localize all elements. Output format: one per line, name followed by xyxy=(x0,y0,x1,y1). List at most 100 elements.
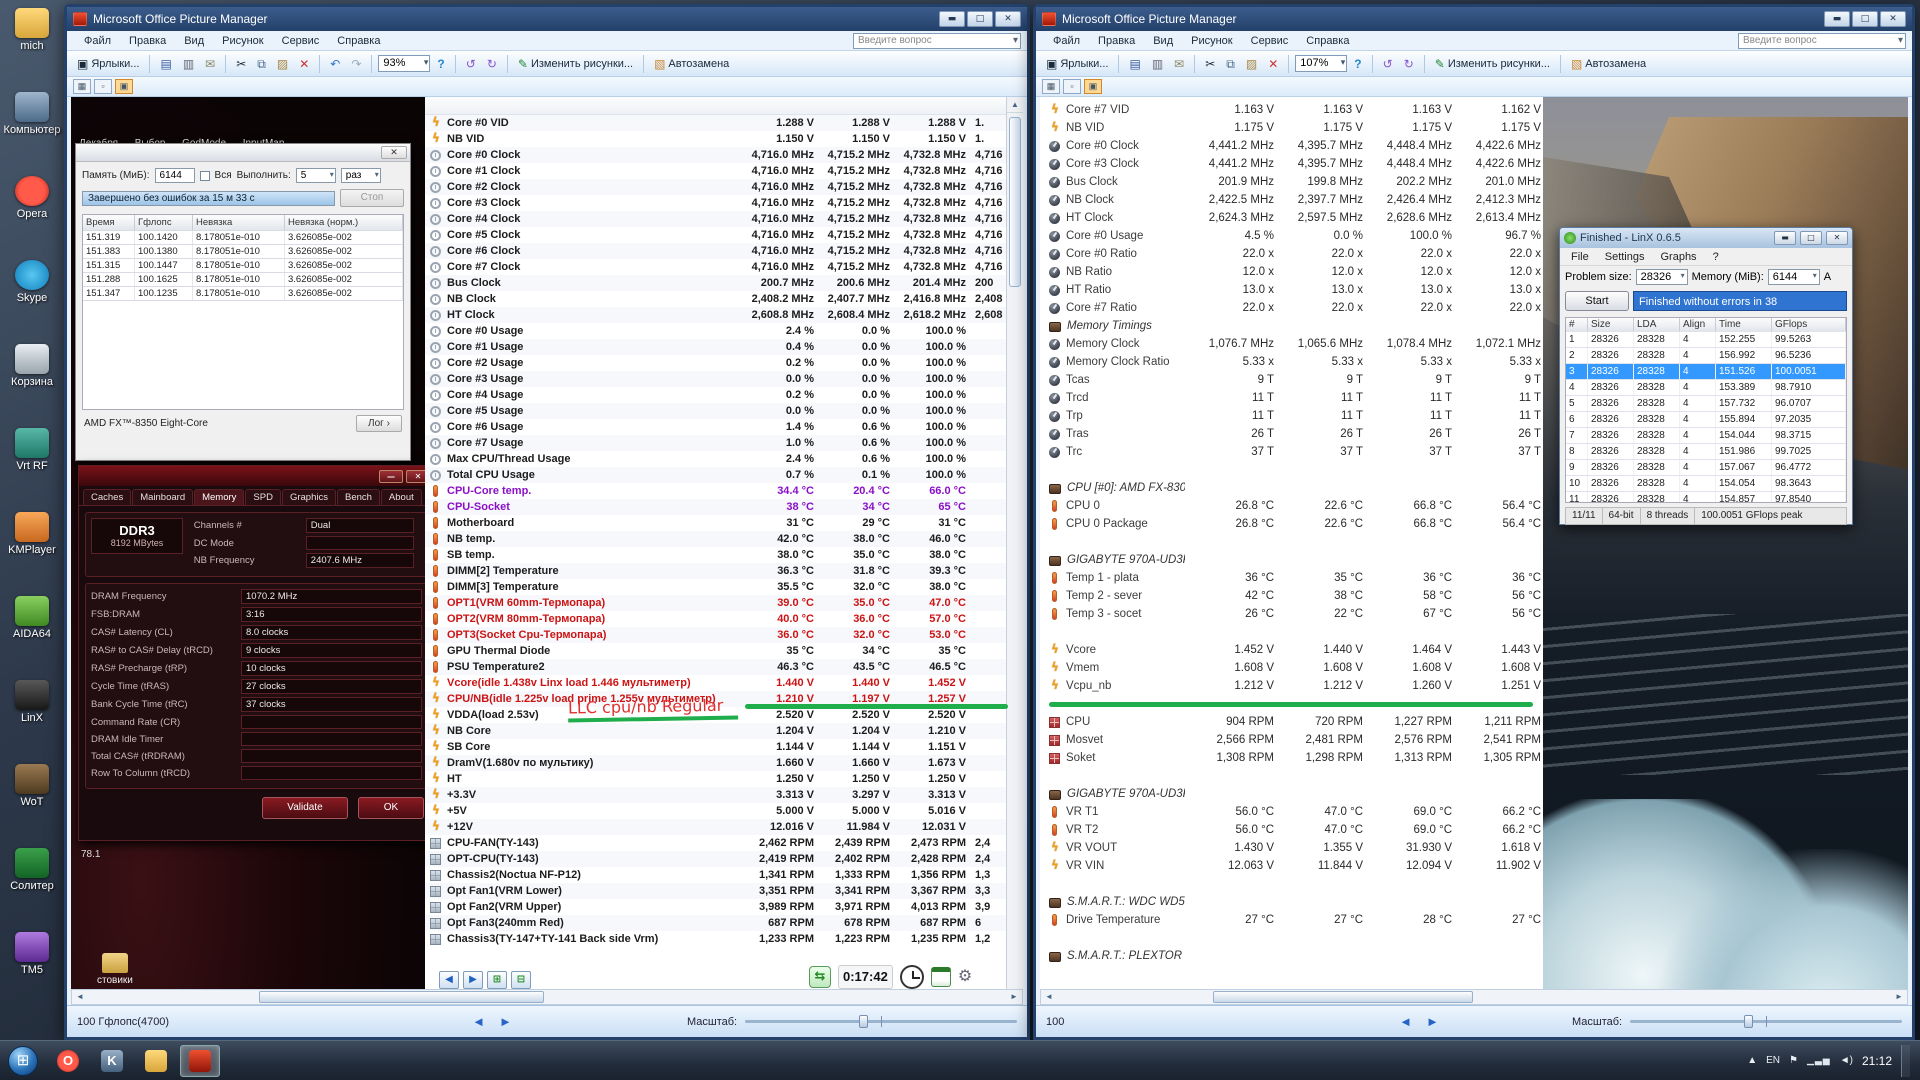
linx-result-row[interactable]: 4 28326 28328 4 153.389 98.7910 xyxy=(1566,380,1846,396)
menu-item[interactable]: Правка xyxy=(1089,33,1144,49)
rotate-left-button[interactable]: ↺ xyxy=(1379,56,1397,72)
title-bar[interactable]: Microsoft Office Picture Manager ▬ □ ✕ xyxy=(1036,7,1912,31)
desktop-icon[interactable]: Vrt RF xyxy=(2,428,62,510)
desktop-icon[interactable]: AIDA64 xyxy=(2,596,62,678)
help-button[interactable]: ? xyxy=(1350,56,1365,72)
linx-menu-item[interactable]: Settings xyxy=(1598,250,1652,264)
next-image-button[interactable]: ► xyxy=(1426,1014,1439,1029)
scroll-left-icon[interactable]: ◄ xyxy=(1041,990,1057,1004)
vertical-scrollbar[interactable]: ▲ xyxy=(1006,97,1023,989)
show-desktop-button[interactable] xyxy=(1901,1045,1910,1077)
desktop-icon[interactable]: Opera xyxy=(2,176,62,258)
taskbar-picture-manager-button[interactable] xyxy=(180,1045,220,1077)
single-view-button[interactable]: ▣ xyxy=(1084,79,1102,94)
linx-memory-select[interactable]: 6144 xyxy=(1768,269,1820,285)
menu-item[interactable]: Рисунок xyxy=(213,33,273,49)
scrollbar-thumb[interactable] xyxy=(1009,117,1021,287)
close-button[interactable]: ✕ xyxy=(995,11,1021,27)
taskbar-opera-button[interactable]: O xyxy=(48,1045,88,1077)
undo-button[interactable]: ↶ xyxy=(326,56,344,72)
maximize-button[interactable]: □ xyxy=(1852,11,1878,27)
linx-result-row[interactable]: 6 28326 28328 4 155.894 97.2035 xyxy=(1566,412,1846,428)
delete-button[interactable]: ✕ xyxy=(295,56,313,72)
linx-result-row[interactable]: 5 28326 28328 4 157.732 96.0707 xyxy=(1566,396,1846,412)
maximize-button[interactable]: □ xyxy=(967,11,993,27)
minimize-button[interactable]: ▬ xyxy=(1824,11,1850,27)
mail-button[interactable]: ✉ xyxy=(1170,56,1188,72)
taskbar-explorer-button[interactable] xyxy=(136,1045,176,1077)
minimize-button[interactable]: ▬ xyxy=(939,11,965,27)
close-button[interactable]: ✕ xyxy=(1880,11,1906,27)
scroll-right-icon[interactable]: ► xyxy=(1891,990,1907,1004)
search-input[interactable]: Введите вопрос xyxy=(1738,33,1906,49)
save-button[interactable]: ▤ xyxy=(156,56,175,72)
menu-item[interactable]: Справка xyxy=(1297,33,1358,49)
zoom-slider[interactable] xyxy=(1630,1020,1902,1023)
network-icon[interactable]: ▁▃▅ xyxy=(1807,1055,1831,1066)
autocorrect-button[interactable]: ▧Автозамена xyxy=(1567,56,1650,72)
desktop-icon[interactable]: Корзина xyxy=(2,344,62,426)
desktop-icon[interactable]: KMPlayer xyxy=(2,512,62,594)
print-button[interactable]: ▥ xyxy=(179,56,198,72)
menu-item[interactable]: Правка xyxy=(120,33,175,49)
next-image-button[interactable]: ► xyxy=(499,1014,512,1029)
horizontal-scrollbar[interactable]: ◄ ► xyxy=(71,989,1023,1005)
flag-icon[interactable]: ⚑ xyxy=(1789,1055,1798,1066)
linx-result-row[interactable]: 3 28326 28328 4 151.526 100.0051 xyxy=(1566,364,1846,380)
edit-pictures-button[interactable]: ✎Изменить рисунки... xyxy=(1431,56,1554,72)
menu-item[interactable]: Вид xyxy=(175,33,213,49)
hscrollbar-thumb[interactable] xyxy=(1213,991,1473,1003)
volume-icon[interactable]: ◄) xyxy=(1840,1055,1853,1066)
desktop-icon[interactable]: Skype xyxy=(2,260,62,342)
paste-button[interactable]: ▨ xyxy=(1242,56,1261,72)
copy-button[interactable]: ⧉ xyxy=(1222,56,1239,72)
delete-button[interactable]: ✕ xyxy=(1264,56,1282,72)
autocorrect-button[interactable]: ▧Автозамена xyxy=(650,56,733,72)
desktop-icon[interactable]: LinX xyxy=(2,680,62,762)
title-bar[interactable]: Microsoft Office Picture Manager ▬ □ ✕ xyxy=(67,7,1027,31)
search-input[interactable]: Введите вопрос xyxy=(853,33,1021,49)
linx-result-row[interactable]: 10 28326 28328 4 154.054 98.3643 xyxy=(1566,476,1846,492)
horizontal-scrollbar[interactable]: ◄ ► xyxy=(1040,989,1908,1005)
mail-button[interactable]: ✉ xyxy=(201,56,219,72)
menu-item[interactable]: Сервис xyxy=(1242,33,1298,49)
linx-result-row[interactable]: 8 28326 28328 4 151.986 99.7025 xyxy=(1566,444,1846,460)
linx-maximize-button[interactable]: □ xyxy=(1800,231,1822,245)
linx-result-row[interactable]: 1 28326 28328 4 152.255 99.5263 xyxy=(1566,332,1846,348)
clock[interactable]: 21:12 xyxy=(1862,1054,1892,1068)
zoom-slider-thumb[interactable] xyxy=(859,1015,868,1028)
scroll-left-icon[interactable]: ◄ xyxy=(72,990,88,1004)
desktop-icon[interactable]: mich xyxy=(2,8,62,90)
help-button[interactable]: ? xyxy=(433,56,448,72)
menu-item[interactable]: Сервис xyxy=(273,33,329,49)
print-button[interactable]: ▥ xyxy=(1148,56,1167,72)
thumbnail-view-button[interactable]: ▦ xyxy=(1042,79,1060,94)
filmstrip-view-button[interactable]: ▫ xyxy=(1063,79,1081,94)
taskbar-kmplayer-button[interactable]: K xyxy=(92,1045,132,1077)
menu-item[interactable]: Справка xyxy=(328,33,389,49)
linx-menu-item[interactable]: Graphs xyxy=(1653,250,1703,264)
menu-item[interactable]: Вид xyxy=(1144,33,1182,49)
rotate-left-button[interactable]: ↺ xyxy=(462,56,480,72)
desktop-icon[interactable]: TM5 xyxy=(2,932,62,1014)
copy-button[interactable]: ⧉ xyxy=(253,56,270,72)
menu-item[interactable]: Рисунок xyxy=(1182,33,1242,49)
cut-button[interactable]: ✂ xyxy=(232,56,250,72)
rotate-right-button[interactable]: ↻ xyxy=(1400,56,1418,72)
linx-result-row[interactable]: 2 28326 28328 4 156.992 96.5236 xyxy=(1566,348,1846,364)
menu-item[interactable]: Файл xyxy=(1044,33,1089,49)
paste-button[interactable]: ▨ xyxy=(273,56,292,72)
single-view-button[interactable]: ▣ xyxy=(115,79,133,94)
previous-image-button[interactable]: ◄ xyxy=(472,1014,485,1029)
hscrollbar-thumb[interactable] xyxy=(259,991,544,1003)
tray-expand-icon[interactable]: ▲ xyxy=(1747,1055,1757,1066)
desktop-icon[interactable]: WoT xyxy=(2,764,62,846)
linx-close-button[interactable]: ✕ xyxy=(1826,231,1848,245)
language-indicator[interactable]: EN xyxy=(1766,1055,1780,1066)
zoom-select[interactable]: 107% xyxy=(1295,55,1347,72)
desktop-icon[interactable]: Солитер xyxy=(2,848,62,930)
linx-result-row[interactable]: 9 28326 28328 4 157.067 96.4772 xyxy=(1566,460,1846,476)
menu-item[interactable]: Файл xyxy=(75,33,120,49)
scroll-up-icon[interactable]: ▲ xyxy=(1007,97,1023,113)
filmstrip-view-button[interactable]: ▫ xyxy=(94,79,112,94)
